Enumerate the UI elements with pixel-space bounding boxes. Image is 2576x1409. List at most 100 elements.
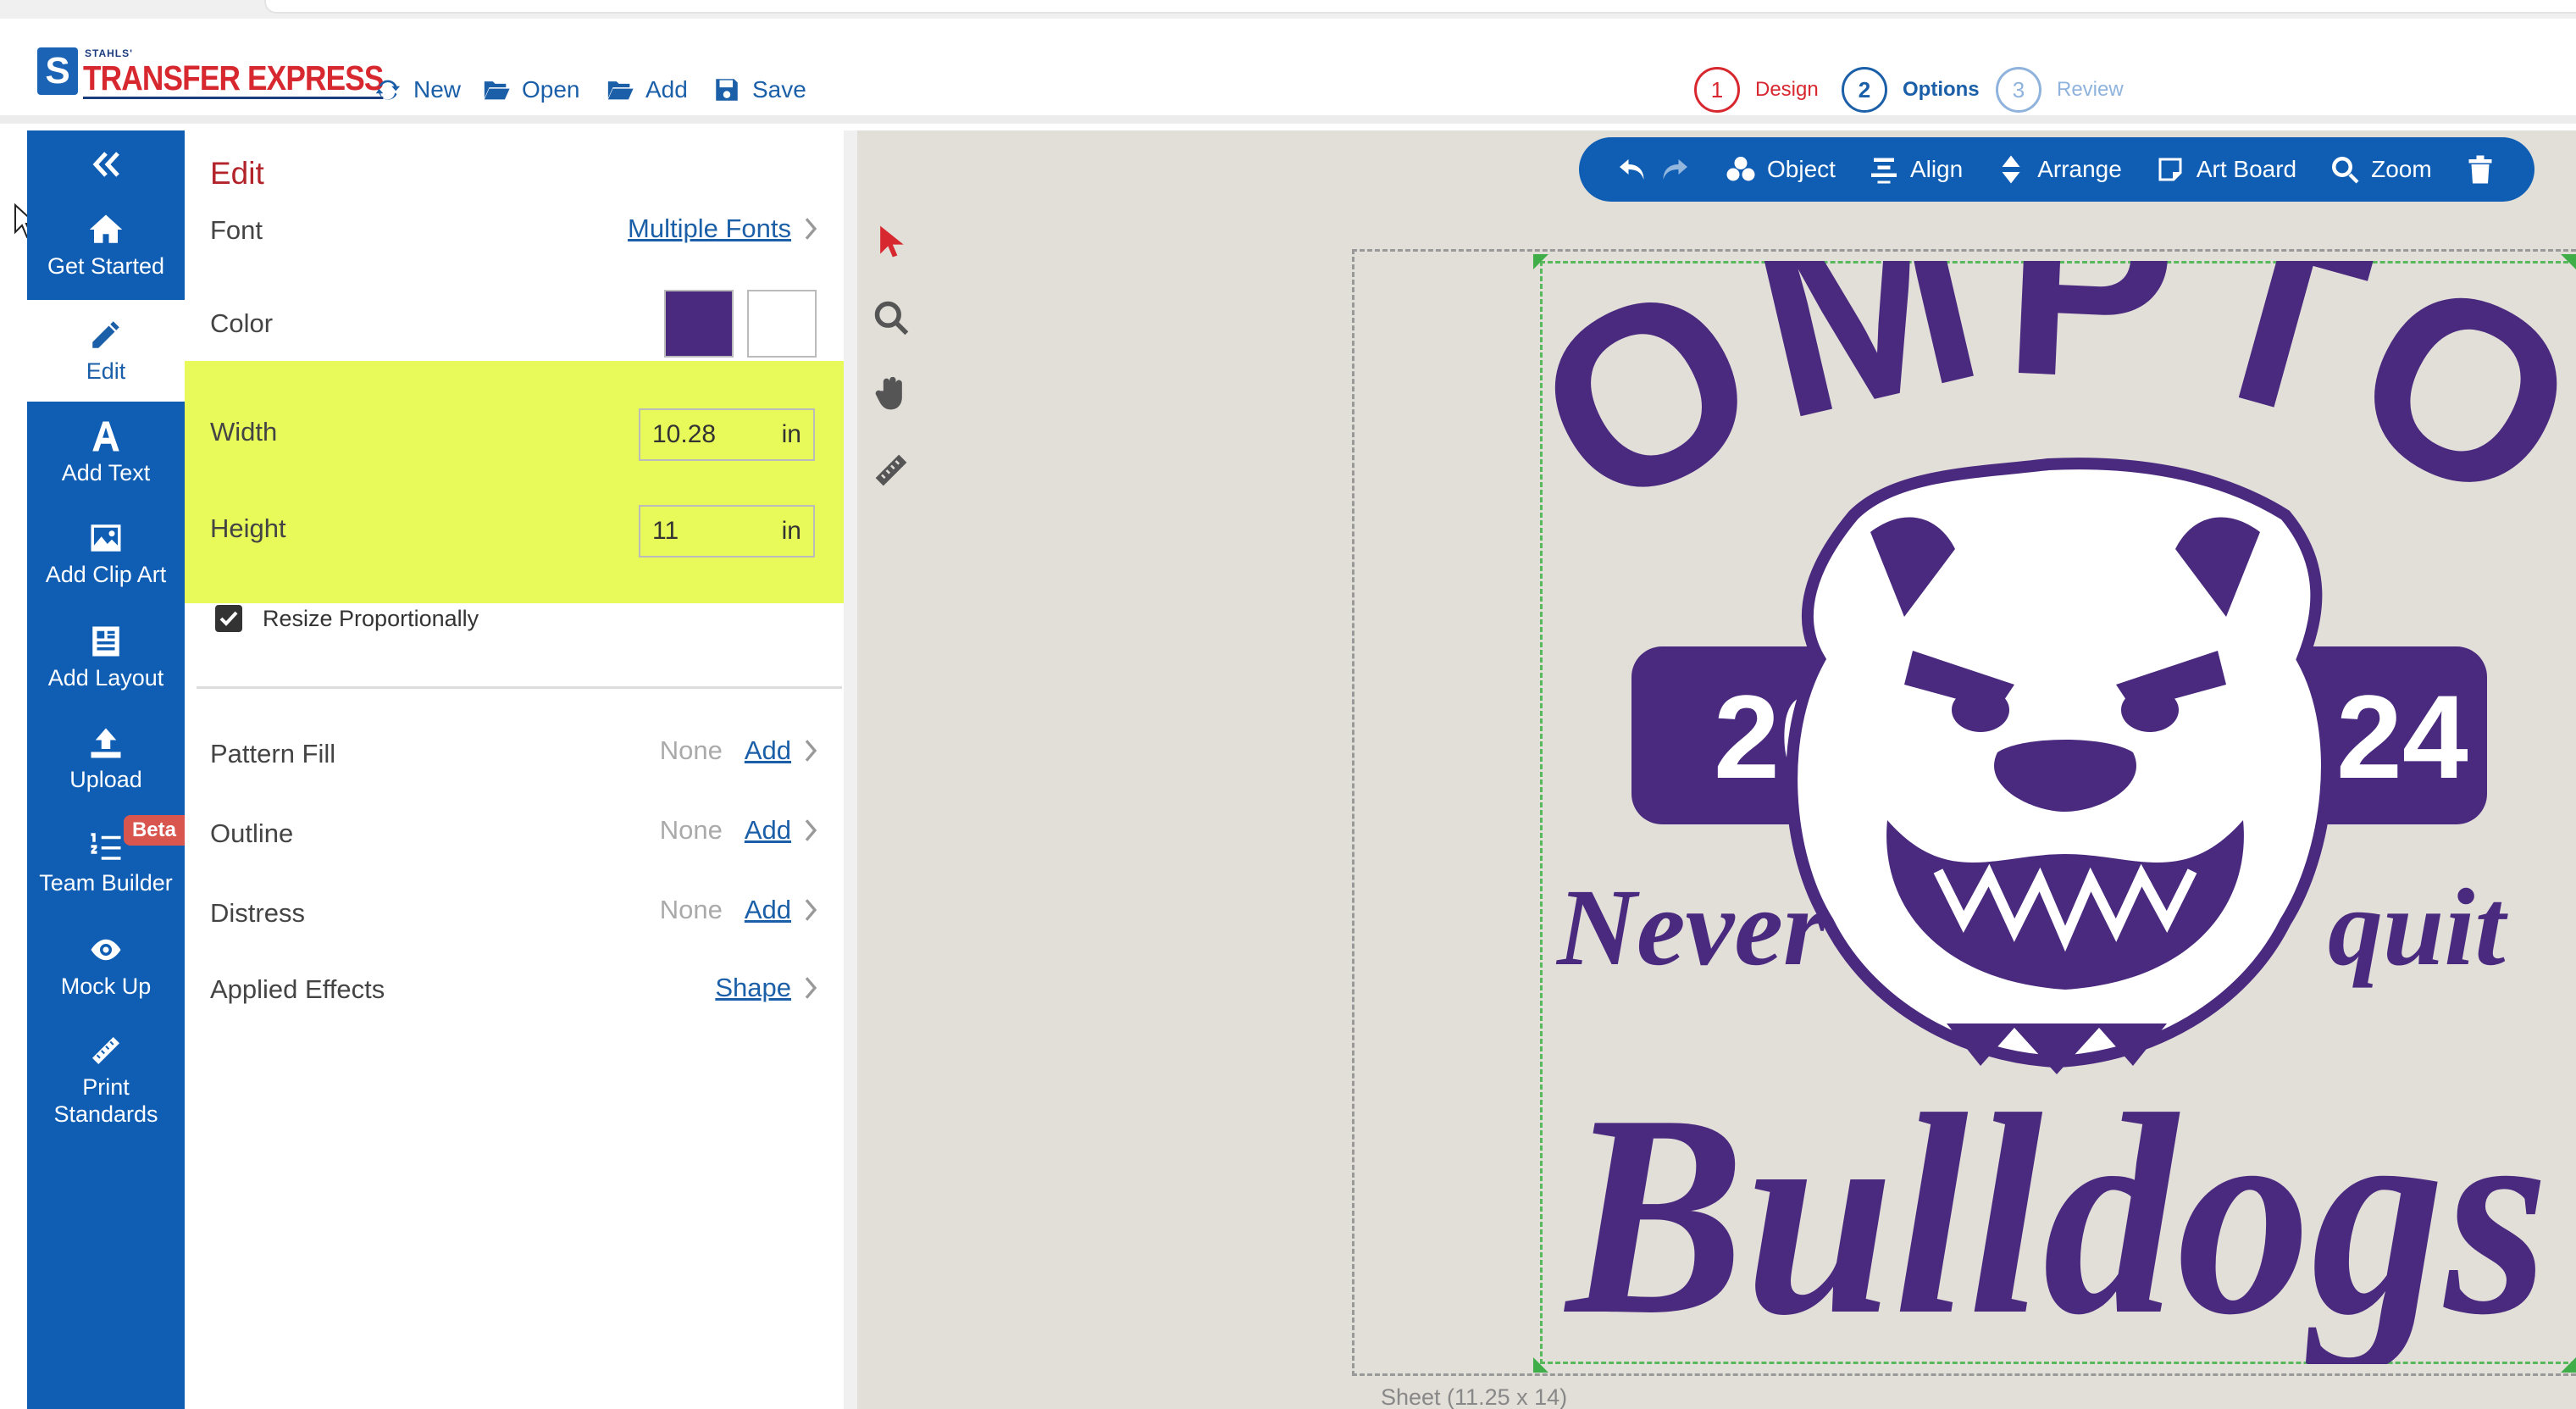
beta-badge: Beta bbox=[123, 815, 185, 846]
sidebar-item-edit[interactable]: Edit bbox=[27, 300, 185, 402]
zoom-button[interactable]: Zoom bbox=[2329, 154, 2432, 185]
zoom-icon bbox=[2332, 157, 2359, 184]
resize-proportionally-checkbox[interactable]: Resize Proportionally bbox=[215, 605, 479, 632]
object-button[interactable]: Object bbox=[1725, 154, 1836, 185]
resize-label: Resize Proportionally bbox=[263, 605, 479, 631]
panel-title: Edit bbox=[210, 156, 264, 191]
check-icon bbox=[219, 611, 238, 626]
collapse-sidebar-button[interactable] bbox=[27, 139, 185, 190]
redo-icon[interactable] bbox=[1659, 154, 1691, 185]
distress-value: None bbox=[659, 895, 723, 924]
width-value: 10.28 bbox=[652, 420, 717, 448]
eye-icon bbox=[91, 939, 121, 961]
sidebar-item-add-text[interactable]: Add Text bbox=[27, 402, 185, 503]
ruler-icon[interactable] bbox=[873, 451, 910, 490]
checkbox-box[interactable] bbox=[215, 605, 242, 632]
pattern-fill-label: Pattern Fill bbox=[210, 739, 336, 768]
quit-text: quit bbox=[2328, 867, 2508, 989]
width-label: Width bbox=[210, 417, 278, 447]
undo-icon[interactable] bbox=[1616, 154, 1648, 185]
object-label: Object bbox=[1767, 156, 1836, 182]
step-label: Design bbox=[1755, 78, 1819, 101]
chevron-right-icon bbox=[805, 819, 817, 841]
sidebar-item-get-started[interactable]: Get Started bbox=[27, 195, 185, 297]
sidebar-item-add-layout[interactable]: Add Layout bbox=[27, 607, 185, 708]
logo-small-text: STAHLS' bbox=[85, 47, 133, 59]
sidebar-item-add-clip-art[interactable]: Add Clip Art bbox=[27, 503, 185, 605]
pointer-arrow-icon[interactable] bbox=[873, 222, 910, 261]
zoom-label: Zoom bbox=[2371, 156, 2432, 182]
align-button[interactable]: Align bbox=[1868, 154, 1963, 185]
color-label: Color bbox=[210, 308, 274, 338]
app-header: S STAHLS' TRANSFER EXPRESS New Open Add … bbox=[0, 19, 2576, 124]
layout-icon bbox=[92, 626, 119, 657]
color-swatches bbox=[664, 290, 817, 358]
sidebar: Get Started Edit Add Text Add Clip Art A… bbox=[27, 130, 185, 1409]
save-button[interactable]: Save bbox=[712, 73, 806, 107]
arrange-arrows-icon bbox=[2002, 155, 2020, 184]
undo-redo-group bbox=[1616, 154, 1701, 185]
numbered-list-icon bbox=[91, 833, 121, 860]
open-button[interactable]: Open bbox=[481, 73, 580, 107]
sidebar-item-upload[interactable]: Upload bbox=[27, 708, 185, 810]
sidebar-item-print-standards[interactable]: Print Standards bbox=[27, 1017, 185, 1144]
add-label: Add bbox=[645, 76, 688, 103]
step-number: 2 bbox=[1842, 67, 1887, 113]
new-button[interactable]: New bbox=[373, 73, 461, 107]
bulldogs-text: Bulldogs bbox=[1562, 1055, 2549, 1364]
shapes-icon bbox=[1726, 157, 1755, 181]
font-value[interactable]: Multiple Fonts bbox=[628, 214, 791, 244]
sidebar-item-label: Upload bbox=[69, 767, 142, 792]
canvas-toolbar: Object Align Arrange Art Board Zoom bbox=[1579, 137, 2534, 202]
step-options[interactable]: 2 Options bbox=[1842, 66, 1980, 114]
step-number: 1 bbox=[1694, 67, 1740, 113]
canvas-vertical-tools bbox=[873, 222, 910, 527]
color-swatch-purple[interactable] bbox=[664, 290, 734, 358]
width-input[interactable]: 10.28 in bbox=[639, 408, 815, 461]
color-swatch-white[interactable] bbox=[747, 290, 817, 358]
width-unit: in bbox=[781, 420, 801, 448]
refresh-icon bbox=[375, 80, 401, 100]
align-center-icon bbox=[1870, 158, 1897, 184]
transfer-express-logo[interactable]: S STAHLS' TRANSFER EXPRESS bbox=[37, 47, 384, 99]
sidebar-item-label: Get Started bbox=[47, 253, 165, 279]
pencil-icon bbox=[92, 321, 119, 348]
arrange-label: Arrange bbox=[2037, 156, 2122, 182]
logo-mark: S bbox=[37, 47, 78, 95]
chevron-right-icon bbox=[805, 977, 817, 999]
browser-top-strip bbox=[0, 0, 2576, 19]
outline-value: None bbox=[659, 815, 723, 845]
height-input[interactable]: 11 in bbox=[639, 505, 815, 557]
sidebar-item-label: Edit bbox=[86, 358, 126, 384]
chevron-right-icon bbox=[805, 218, 817, 240]
art-board-button[interactable]: Art Board bbox=[2154, 154, 2296, 185]
distress-add-link[interactable]: Add bbox=[745, 895, 791, 925]
sidebar-item-mock-up[interactable]: Mock Up bbox=[27, 915, 185, 1017]
delete-button[interactable] bbox=[2464, 154, 2507, 185]
sidebar-item-label: Print Standards bbox=[53, 1074, 158, 1127]
step-design[interactable]: 1 Design bbox=[1694, 66, 1819, 114]
chevron-right-icon bbox=[805, 899, 817, 921]
edit-panel: Edit Font Multiple Fonts Color Width 10.… bbox=[185, 130, 859, 1409]
home-icon bbox=[89, 214, 123, 243]
chevron-right-icon bbox=[805, 740, 817, 762]
applied-effects-value[interactable]: Shape bbox=[715, 973, 791, 1003]
pattern-fill-add-link[interactable]: Add bbox=[745, 735, 791, 766]
arrange-button[interactable]: Arrange bbox=[1995, 154, 2122, 185]
sidebar-item-label: Add Clip Art bbox=[45, 562, 167, 587]
magnifier-icon[interactable] bbox=[873, 298, 910, 337]
add-button[interactable]: Add bbox=[605, 73, 688, 107]
outline-add-link[interactable]: Add bbox=[745, 815, 791, 846]
hand-pan-icon[interactable] bbox=[873, 374, 910, 413]
sidebar-item-team-builder[interactable]: Beta Team Builder bbox=[27, 812, 185, 913]
folder-add-icon bbox=[607, 81, 634, 100]
height-value: 11 bbox=[652, 517, 679, 545]
compton-bulldogs-artwork[interactable]: COMPTON 20 24 Never quit Bulldogs bbox=[1540, 261, 2576, 1364]
sidebar-item-label: Add Layout bbox=[47, 665, 164, 691]
address-bar[interactable] bbox=[264, 0, 2576, 14]
upload-icon bbox=[91, 728, 121, 758]
pattern-fill-value: None bbox=[659, 735, 723, 765]
font-selector[interactable]: Multiple Fonts bbox=[628, 214, 818, 244]
height-unit: in bbox=[781, 517, 801, 545]
step-review[interactable]: 3 Review bbox=[1996, 66, 2124, 114]
